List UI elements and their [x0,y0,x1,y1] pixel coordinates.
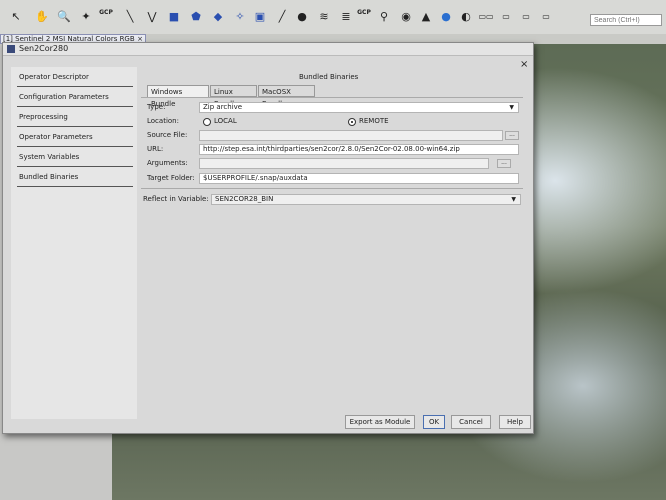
target-folder-input[interactable]: $USERPROFILE/.snap/auxdata [199,173,519,184]
eye-icon[interactable]: ◉ [398,8,414,24]
arguments-label: Arguments: [147,159,188,167]
zoom-tool-icon[interactable]: 🔍 [56,8,72,24]
pan-hand-icon[interactable]: ✋ [34,8,50,24]
dialog-title: Sen2Cor280 [19,44,69,53]
ellipse-tool-icon[interactable]: ◆ [210,8,226,24]
chevron-down-icon: ▼ [509,104,514,111]
url-label: URL: [147,145,164,153]
application-icon [7,45,15,53]
world-map-icon[interactable]: ◐ [458,8,474,24]
rectangle-tool-icon[interactable]: ■ [166,8,182,24]
layer-icon[interactable]: ≋ [316,8,332,24]
arguments-browse-button[interactable]: ... [497,159,511,168]
tab-linux-bundle[interactable]: Linux Bundle [210,85,257,108]
tile-horizontal-icon[interactable]: ▭ [498,8,514,24]
sen2cor-dialog: Sen2Cor280 Operator Descriptor Configura… [2,42,534,434]
sidebar-item-operator-descriptor[interactable]: Operator Descriptor [11,67,137,87]
bundle-form: Type: Zip archive ▼ Location: LOCAL REMO… [141,97,523,226]
line-tool-icon[interactable]: ╲ [122,8,138,24]
reflect-value: SEN2COR28_BIN [215,195,274,203]
reflect-variable-dropdown[interactable]: SEN2COR28_BIN ▼ [211,194,521,205]
local-radio[interactable] [203,118,211,126]
location-label: Location: [147,117,179,125]
pin-manager-icon[interactable]: ⚲ [376,8,392,24]
target-folder-label: Target Folder: [147,174,195,182]
type-value: Zip archive [203,103,243,111]
polygon-tool-icon[interactable]: ⬟ [188,8,204,24]
histogram-icon[interactable]: ▲ [418,8,434,24]
export-as-module-button[interactable]: Export as Module [345,415,415,429]
descriptor-sidebar: Operator Descriptor Configuration Parame… [11,67,137,419]
arguments-input[interactable] [199,158,489,169]
tab-macosx-bundle[interactable]: MacOSX Bundle [258,85,315,108]
main-toolbar: ↖ ✋ 🔍 ✦ GCP ╲ ⋁ ■ ⬟ ◆ ✧ ▣ ╱ ● ≋ ≣ GCP ⚲ … [0,0,666,35]
magic-wand-icon[interactable]: ✧ [232,8,248,24]
tab-windows-bundle[interactable]: Windows Bundle [147,85,209,108]
remote-radio[interactable] [348,118,356,126]
sidebar-item-configuration-parameters[interactable]: Configuration Parameters [11,87,137,107]
select-tool-icon[interactable]: ↖ [8,8,24,24]
polyline-tool-icon[interactable]: ⋁ [144,8,160,24]
sidebar-item-operator-parameters[interactable]: Operator Parameters [11,127,137,147]
globe-pin-icon[interactable]: ● [294,8,310,24]
cancel-button[interactable]: Cancel [451,415,491,429]
ok-button[interactable]: OK [423,415,445,429]
stack-icon[interactable]: ≣ [338,8,354,24]
dialog-titlebar[interactable]: Sen2Cor280 [3,43,533,56]
world-view-icon[interactable]: ● [438,8,454,24]
source-file-input[interactable] [199,130,503,141]
dialog-button-bar: Export as Module OK Cancel Help [141,415,533,431]
source-file-label: Source File: [147,131,188,139]
url-input[interactable]: http://step.esa.int/thirdparties/sen2cor… [199,144,519,155]
reflect-label: Reflect in Variable: [143,195,209,203]
sidebar-item-preprocessing[interactable]: Preprocessing [11,107,137,127]
tile-vertical-icon[interactable]: ▭ [518,8,534,24]
sidebar-item-system-variables[interactable]: System Variables [11,147,137,167]
separator [141,188,523,189]
local-label: LOCAL [214,117,237,125]
tile-view-icon[interactable]: ▭▭ [478,8,494,24]
range-finder-icon[interactable]: ▣ [252,8,268,24]
chevron-down-icon: ▼ [511,196,516,203]
gcp-tool-button[interactable]: GCP [98,4,114,20]
search-input[interactable] [590,14,662,26]
gcp-manager-button[interactable]: GCP [356,4,372,20]
bundled-binaries-panel: × Bundled Binaries Windows Bundle Linux … [139,59,531,419]
type-label: Type: [147,103,166,111]
source-browse-button[interactable]: ... [505,131,519,140]
panel-title: Bundled Binaries [299,73,359,81]
sidebar-item-bundled-binaries[interactable]: Bundled Binaries [11,167,137,187]
type-dropdown[interactable]: Zip archive ▼ [199,102,519,113]
help-button[interactable]: Help [499,415,531,429]
close-icon[interactable]: × [520,59,528,70]
remote-label: REMOTE [359,117,389,125]
pin-tool-icon[interactable]: ✦ [78,8,94,24]
draw-line-icon[interactable]: ╱ [274,8,290,24]
tile-evenly-icon[interactable]: ▭ [538,8,554,24]
